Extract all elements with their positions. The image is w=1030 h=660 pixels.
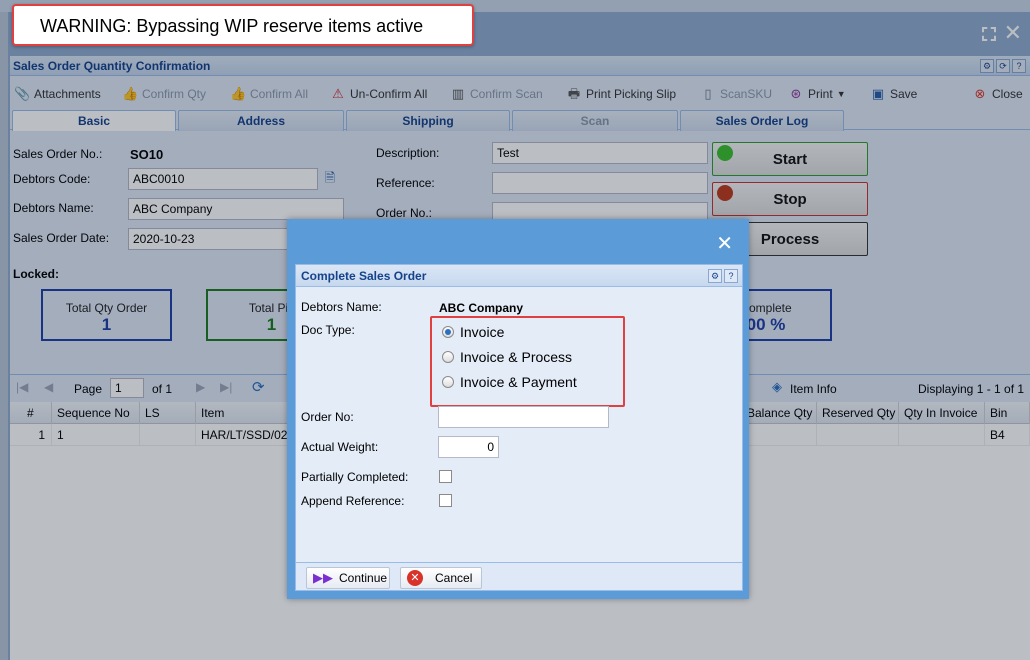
warning-banner: WARNING: Bypassing WIP reserve items act…: [12, 4, 474, 46]
partially-completed-label: Partially Completed:: [301, 470, 409, 484]
append-reference-label: Append Reference:: [301, 494, 405, 508]
radio-icon: [442, 376, 454, 388]
doc-type-label: Doc Type:: [301, 323, 355, 337]
radio-selected-icon: [442, 326, 454, 338]
actual-weight-label: Actual Weight:: [301, 440, 379, 454]
help-icon[interactable]: ?: [724, 269, 738, 283]
dialog-debtors-name-value: ABC Company: [439, 301, 524, 315]
doc-type-invoice-radio[interactable]: Invoice: [442, 322, 504, 342]
complete-sales-order-dialog: ✕ Complete Sales Order ⚙ ? Debtors Name:…: [287, 219, 749, 599]
dialog-title: Complete Sales Order: [301, 269, 427, 283]
doc-type-invoice-payment-radio[interactable]: Invoice & Payment: [442, 372, 577, 392]
cancel-button[interactable]: ✕ Cancel: [400, 567, 482, 589]
dialog-close-icon[interactable]: ✕: [716, 231, 733, 256]
append-reference-checkbox[interactable]: [439, 494, 452, 507]
cancel-icon: ✕: [407, 570, 423, 586]
dialog-order-no-label: Order No:: [301, 410, 354, 424]
doc-type-invoice-process-radio[interactable]: Invoice & Process: [442, 347, 572, 367]
partially-completed-checkbox[interactable]: [439, 470, 452, 483]
radio-icon: [442, 351, 454, 363]
fast-forward-icon: ▶▶: [313, 570, 333, 585]
dialog-debtors-name-label: Debtors Name:: [301, 300, 382, 314]
dialog-title-bar: Complete Sales Order ⚙ ?: [296, 265, 742, 287]
continue-button[interactable]: ▶▶ Continue: [306, 567, 390, 589]
warning-text: WARNING: Bypassing WIP reserve items act…: [40, 16, 424, 36]
dialog-inner-panel: Complete Sales Order ⚙ ? Debtors Name: A…: [295, 264, 743, 591]
dialog-order-no-field[interactable]: [438, 406, 609, 428]
actual-weight-field[interactable]: 0: [438, 436, 499, 458]
dialog-footer: ▶▶ Continue ✕ Cancel: [296, 562, 742, 590]
gear-icon[interactable]: ⚙: [708, 269, 722, 283]
